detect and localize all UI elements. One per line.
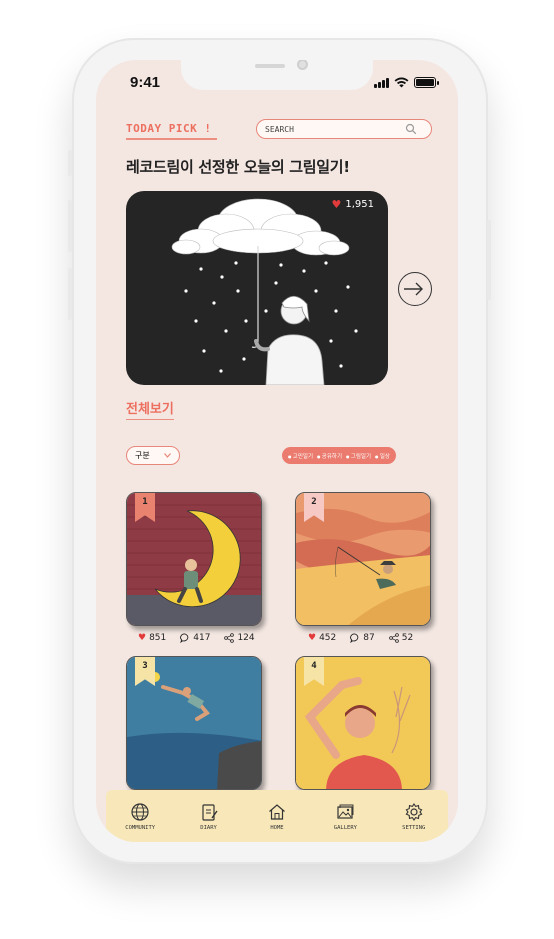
- tag-picture-diary[interactable]: 그림일기: [346, 452, 371, 460]
- next-arrow-button[interactable]: [398, 272, 432, 306]
- search-icon[interactable]: [405, 123, 417, 135]
- tab-home[interactable]: HOME: [247, 802, 307, 831]
- tag-share[interactable]: 공유하기: [317, 452, 342, 460]
- tab-label: HOME: [270, 824, 284, 831]
- search-box[interactable]: [256, 119, 432, 139]
- tab-label: GALLERY: [333, 824, 357, 831]
- card-1-shares[interactable]: 124: [224, 633, 255, 643]
- speaker: [255, 64, 285, 68]
- wifi-icon: [394, 77, 409, 88]
- featured-illustration: [171, 198, 358, 385]
- share-icon: [388, 633, 399, 643]
- today-pick-title: TODAY PICK !: [126, 122, 218, 140]
- card-1-comments[interactable]: 417: [180, 633, 210, 643]
- diary-card-1[interactable]: 1: [126, 492, 262, 626]
- tab-community[interactable]: COMMUNITY: [110, 802, 170, 831]
- heart-icon: ♥: [331, 198, 342, 211]
- heart-icon: ♥: [138, 633, 147, 643]
- gear-icon: [405, 802, 423, 821]
- globe-icon: [131, 802, 149, 821]
- volume-down-button: [68, 268, 72, 320]
- status-icons: [374, 77, 439, 88]
- share-count: 52: [401, 633, 414, 643]
- featured-artwork[interactable]: ♥ 1,951: [126, 191, 388, 385]
- comment-icon: [350, 633, 359, 643]
- battery-icon: [414, 77, 439, 88]
- diary-icon: [201, 803, 218, 821]
- volume-up-button: [68, 200, 72, 252]
- featured-likes: ♥ 1,951: [331, 198, 374, 211]
- dropdown-label: 구분: [135, 451, 150, 460]
- card-2-likes[interactable]: ♥ 452: [308, 633, 336, 643]
- home-icon: [269, 803, 285, 820]
- comment-count: 87: [363, 633, 375, 643]
- share-icon: [224, 633, 235, 643]
- arrow-right-icon: [404, 282, 423, 296]
- tab-label: COMMUNITY: [125, 824, 156, 831]
- status-time: 9:41: [130, 74, 161, 91]
- chevron-down-icon: [164, 453, 171, 458]
- tab-gallery[interactable]: GALLERY: [315, 802, 375, 831]
- share-count: 124: [237, 633, 255, 643]
- tag-daily[interactable]: 일상: [375, 452, 390, 460]
- diary-card-2[interactable]: 2: [295, 492, 431, 626]
- comment-icon: [180, 633, 189, 643]
- category-dropdown[interactable]: 구분: [126, 446, 180, 465]
- tag-filter-bar: 고민일기 공유하기 그림일기 일상: [282, 447, 396, 464]
- card-2-comments[interactable]: 87: [350, 633, 375, 643]
- app-screen: 9:41 TODAY PICK ! 레코드림이 선정한 오늘의 그림일기!: [96, 60, 458, 842]
- front-camera: [297, 60, 308, 70]
- mute-switch: [68, 150, 72, 176]
- featured-like-count: 1,951: [345, 199, 374, 210]
- page-headline: 레코드림이 선정한 오늘의 그림일기!: [126, 158, 350, 176]
- cellular-signal-icon: [374, 78, 389, 88]
- power-button: [487, 220, 491, 300]
- card-2-stats: ♥ 452 87 52: [308, 633, 413, 643]
- tab-label: SETTING: [402, 824, 426, 831]
- search-input[interactable]: [265, 124, 405, 134]
- tab-label: DIARY: [200, 824, 217, 831]
- diary-card-3[interactable]: 3: [126, 656, 262, 790]
- diary-card-4[interactable]: 4: [295, 656, 431, 790]
- tab-setting[interactable]: SETTING: [384, 802, 444, 831]
- card-1-likes[interactable]: ♥ 851: [138, 633, 166, 643]
- like-count: 452: [319, 633, 337, 643]
- card-2-shares[interactable]: 52: [388, 633, 414, 643]
- tag-worry-diary[interactable]: 고민일기: [288, 452, 313, 460]
- heart-icon: ♥: [308, 633, 317, 643]
- comment-count: 417: [193, 633, 211, 643]
- notch: [181, 60, 373, 90]
- like-count: 851: [149, 633, 167, 643]
- view-all-link[interactable]: 전체보기: [126, 398, 174, 420]
- tab-diary[interactable]: DIARY: [179, 802, 239, 831]
- card-1-stats: ♥ 851 417 124: [138, 633, 255, 643]
- bottom-tab-bar: COMMUNITY DIARY HOME GALLERY SETTING: [106, 790, 448, 842]
- gallery-icon: [337, 804, 354, 819]
